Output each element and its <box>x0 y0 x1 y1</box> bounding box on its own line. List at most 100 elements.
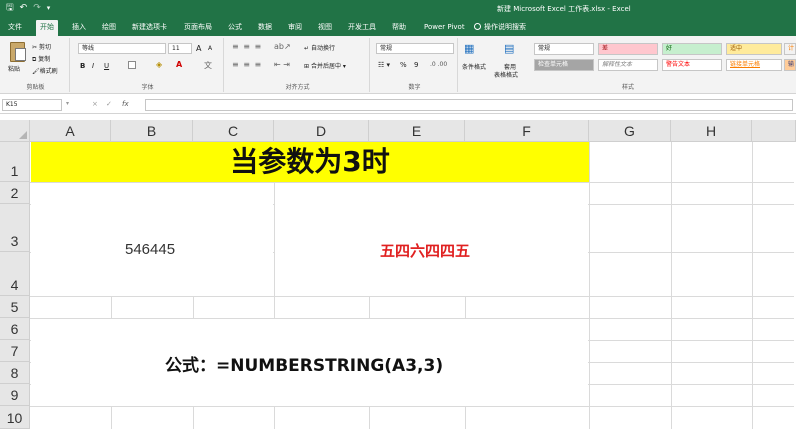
tab-developer[interactable]: 开发工具 <box>344 20 380 36</box>
tab-new-tab[interactable]: 新建选项卡 <box>128 20 171 36</box>
column-header-f[interactable]: F <box>465 120 589 142</box>
row-header-9[interactable]: 9 <box>0 384 30 406</box>
save-icon[interactable]: 🖫 <box>6 3 14 13</box>
decimal-buttons[interactable]: .0 .00 <box>430 61 447 68</box>
tab-data[interactable]: 数据 <box>254 20 276 36</box>
style-bad[interactable]: 差 <box>598 43 658 55</box>
fill-color-button[interactable]: ◈ <box>156 60 162 69</box>
tab-view[interactable]: 视图 <box>314 20 336 36</box>
font-color-button[interactable]: A <box>176 60 182 69</box>
row-header-7[interactable]: 7 <box>0 340 30 362</box>
style-good[interactable]: 好 <box>662 43 722 55</box>
redo-icon[interactable]: ↷ <box>33 3 41 13</box>
format-painter-button[interactable]: 🖌格式刷 <box>32 66 58 75</box>
enter-icon[interactable]: ✓ <box>106 100 112 108</box>
formula-explanation-text[interactable]: 公式：=NUMBERSTRING(A3,3) <box>165 351 443 376</box>
orientation-button[interactable]: ab↗ <box>274 42 291 51</box>
tell-me-search[interactable]: 操作说明搜索 <box>470 20 530 36</box>
align-center-icon: ≡ ≡ ≡ <box>232 60 263 69</box>
tab-home[interactable]: 开始 <box>36 20 58 36</box>
row-header-3[interactable]: 3 <box>0 204 30 252</box>
merge-center-button[interactable]: ⊞ 合并后居中 ▾ <box>304 61 346 70</box>
tab-help[interactable]: 帮助 <box>388 20 410 36</box>
style-check-cell[interactable]: 检查单元格 <box>534 59 594 71</box>
cell-result-value[interactable]: 五四六四四五 <box>380 240 470 261</box>
title-bar: 🖫 ↶ ↷ ▾ 新建 Microsoft Excel 工作表.xlsx - Ex… <box>0 0 796 17</box>
row-header-1[interactable]: 1 <box>0 142 30 182</box>
customize-icon[interactable]: ▾ <box>47 3 51 13</box>
tab-draw[interactable]: 绘图 <box>98 20 120 36</box>
header-banner[interactable]: 当参数为3时 <box>31 142 589 182</box>
tab-page-layout[interactable]: 页面布局 <box>180 20 216 36</box>
select-all-button[interactable] <box>0 120 30 142</box>
tab-insert[interactable]: 插入 <box>68 20 90 36</box>
style-calculation[interactable]: 计 <box>784 43 796 55</box>
row-header-5[interactable]: 5 <box>0 296 30 318</box>
align-top-buttons[interactable]: ≡ ≡ ≡ <box>232 42 262 51</box>
table-format-icon[interactable]: ▤ <box>504 42 514 55</box>
row-header-4[interactable]: 4 <box>0 252 30 296</box>
bold-button[interactable]: B <box>80 62 85 70</box>
cell-a3-value[interactable]: 546445 <box>125 241 175 258</box>
name-box-dropdown-icon[interactable]: ▾ <box>66 100 69 107</box>
style-explanatory[interactable]: 解释性文本 <box>598 59 658 71</box>
wrap-text-button[interactable]: ↵ 自动换行 <box>304 43 335 52</box>
conditional-format-icon[interactable]: ▦ <box>464 42 474 55</box>
column-header-e[interactable]: E <box>369 120 465 142</box>
formula-input[interactable] <box>145 99 793 111</box>
conditional-format-button[interactable]: 条件格式 <box>462 62 486 71</box>
style-normal[interactable]: 常规 <box>534 43 594 55</box>
paste-icon[interactable] <box>10 42 26 62</box>
borders-button[interactable] <box>128 61 138 69</box>
style-warning[interactable]: 警告文本 <box>662 59 722 71</box>
currency-icon: ☷ ▾ <box>378 61 391 69</box>
row-header-8[interactable]: 8 <box>0 362 30 384</box>
underline-button[interactable]: U <box>104 62 109 70</box>
name-box[interactable]: K15 <box>2 99 62 111</box>
ribbon: 粘贴 ✂ 剪切 ⧉ 复制 🖌格式刷 剪贴板 等线 11 A A B I U ◈ … <box>0 36 796 94</box>
currency-button[interactable]: ☷ ▾ <box>378 61 390 69</box>
gridline <box>30 296 796 297</box>
ribbon-tabs: 文件 开始 插入 绘图 新建选项卡 页面布局 公式 数据 审阅 视图 开发工具 … <box>0 17 796 36</box>
tab-review[interactable]: 审阅 <box>284 20 306 36</box>
formula-bar: K15 ▾ × ✓ fx <box>0 97 796 114</box>
style-neutral[interactable]: 适中 <box>726 43 782 55</box>
column-header-c[interactable]: C <box>193 120 274 142</box>
column-header-g[interactable]: G <box>589 120 671 142</box>
cancel-icon[interactable]: × <box>92 100 98 108</box>
number-format-select[interactable]: 常规 <box>376 43 454 54</box>
style-input[interactable]: 输 <box>784 59 796 71</box>
paste-button[interactable]: 粘贴 <box>8 64 20 73</box>
tab-formulas[interactable]: 公式 <box>224 20 246 36</box>
phonetic-button[interactable]: 文 <box>204 60 212 71</box>
tab-power-pivot[interactable]: Power Pivot <box>420 20 469 36</box>
table-format-label-2[interactable]: 表格格式 <box>494 70 518 79</box>
row-header-6[interactable]: 6 <box>0 318 30 340</box>
insert-function-icon[interactable]: fx <box>122 100 129 108</box>
cut-button[interactable]: ✂ 剪切 <box>32 42 51 51</box>
indent-buttons[interactable]: ⇤ ⇥ <box>274 60 290 69</box>
shrink-font-button[interactable]: A <box>208 45 212 52</box>
comma-button[interactable]: 9 <box>414 61 418 69</box>
copy-button[interactable]: ⧉ 复制 <box>32 54 50 64</box>
column-header-h[interactable]: H <box>671 120 752 142</box>
column-header-a[interactable]: A <box>30 120 111 142</box>
tab-file[interactable]: 文件 <box>4 20 26 36</box>
column-header-b[interactable]: B <box>111 120 193 142</box>
decimal-icon: .0 .00 <box>430 61 448 68</box>
font-name-select[interactable]: 等线 <box>78 43 166 54</box>
row-header-10[interactable]: 10 <box>0 406 30 429</box>
column-header-d[interactable]: D <box>274 120 369 142</box>
font-size-select[interactable]: 11 <box>168 43 192 54</box>
grow-font-button[interactable]: A <box>196 44 201 53</box>
undo-icon[interactable]: ↶ <box>20 3 28 13</box>
excel-window: 🖫 ↶ ↷ ▾ 新建 Microsoft Excel 工作表.xlsx - Ex… <box>0 0 796 429</box>
brush-icon: 🖌 <box>32 68 40 75</box>
style-linked-cell[interactable]: 链接单元格 <box>726 59 782 71</box>
merged-range-a2-c4[interactable] <box>31 183 273 296</box>
column-header-i[interactable] <box>752 120 796 142</box>
percent-button[interactable]: % <box>400 61 407 69</box>
row-header-2[interactable]: 2 <box>0 182 30 204</box>
italic-button[interactable]: I <box>92 62 94 70</box>
align-horizontal-buttons[interactable]: ≡ ≡ ≡ <box>232 60 262 69</box>
